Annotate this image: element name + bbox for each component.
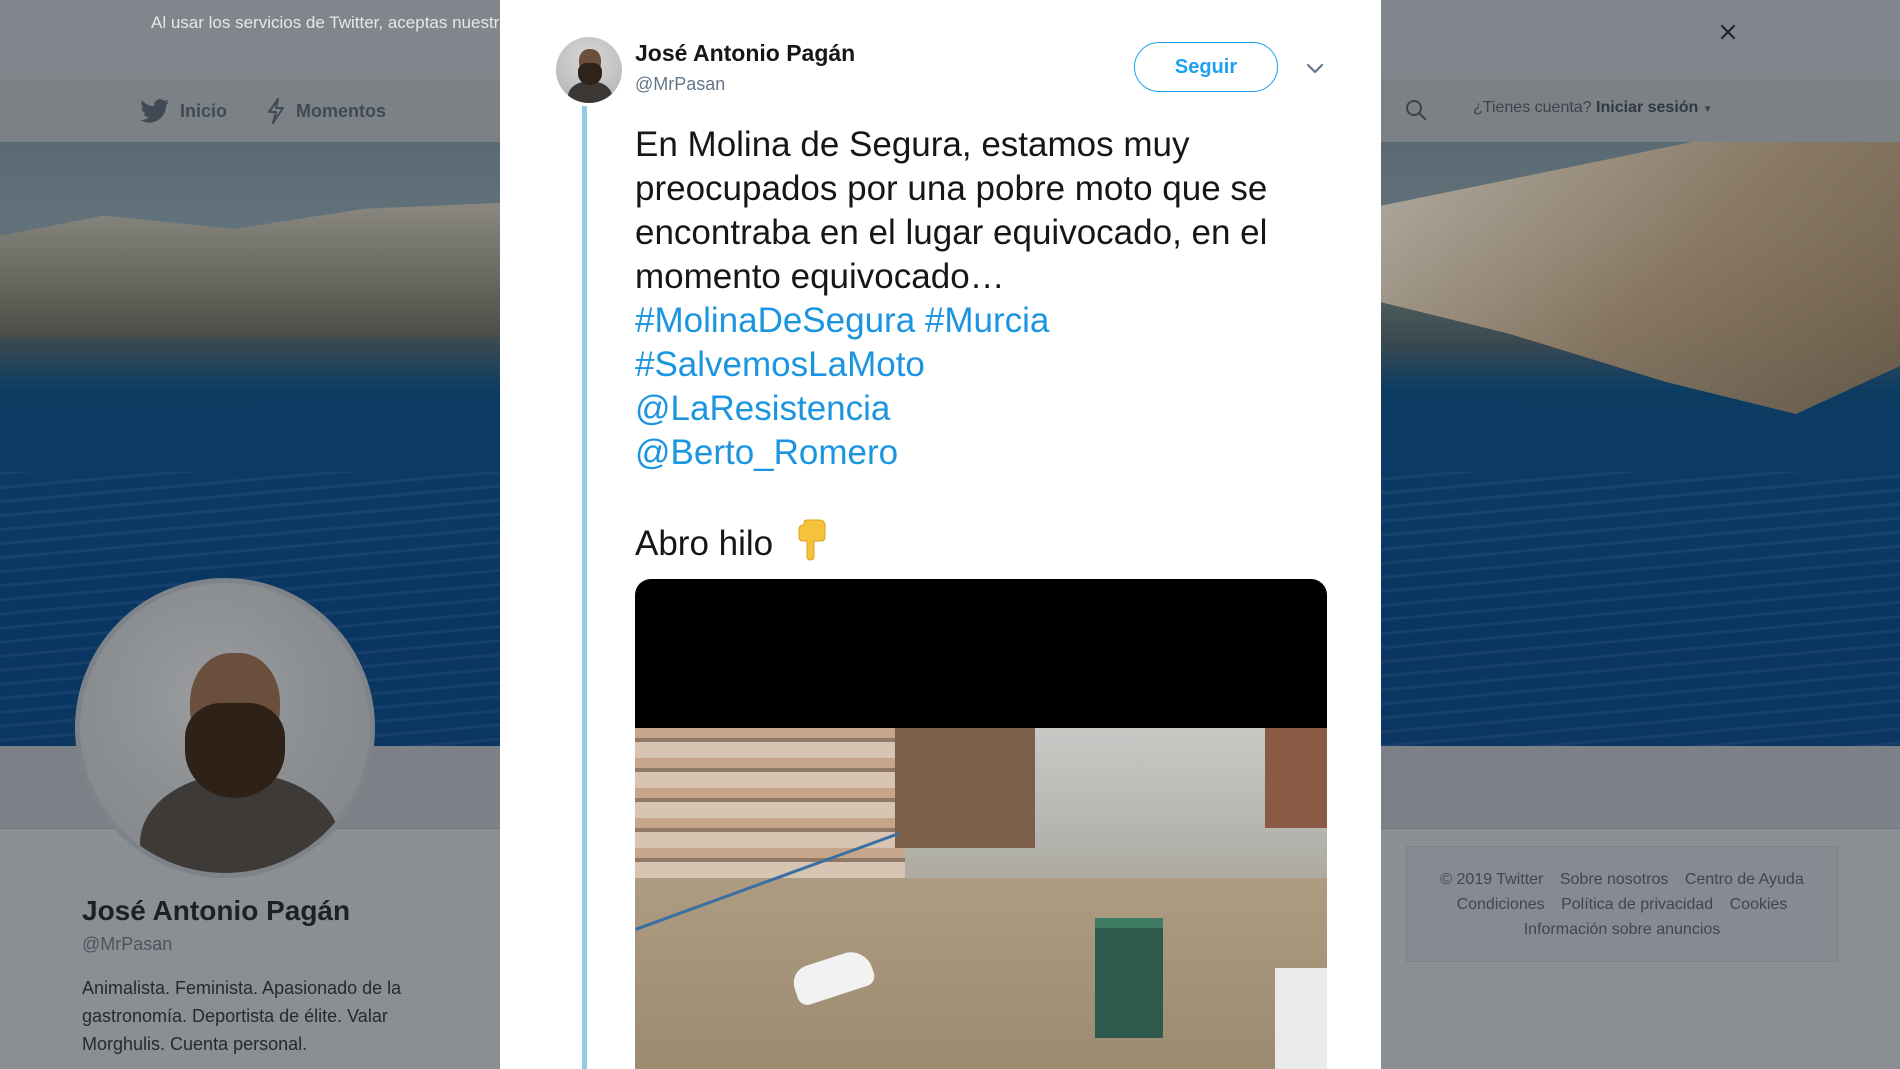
tweet-text: En Molina de Segura, estamos muy preocup… — [635, 123, 1345, 566]
tweet-main-text: En Molina de Segura, estamos muy preocup… — [635, 125, 1268, 296]
chevron-down-icon[interactable] — [1305, 61, 1325, 75]
video-frame — [635, 728, 1327, 1069]
footer-link-about[interactable]: Sobre nosotros — [1560, 871, 1669, 888]
hashtag-link[interactable]: #MolinaDeSegura — [635, 301, 915, 340]
tweet-author-avatar[interactable] — [556, 37, 622, 103]
mention-link[interactable]: @Berto_Romero — [635, 431, 1345, 475]
thread-line — [582, 106, 587, 1069]
banner-cliff — [0, 202, 520, 337]
tweet-closing-text: Abro hilo — [635, 524, 774, 563]
profile-handle[interactable]: @MrPasan — [82, 934, 172, 955]
tweet-author-handle[interactable]: @MrPasan — [635, 74, 725, 95]
search-icon[interactable] — [1404, 98, 1428, 122]
banner-town — [1380, 142, 1900, 414]
close-icon[interactable] — [1716, 20, 1740, 44]
footer-link-help[interactable]: Centro de Ayuda — [1685, 871, 1804, 888]
footer-link-ads-info[interactable]: Información sobre anuncios — [1524, 921, 1721, 938]
nav-moments-label: Momentos — [296, 100, 386, 121]
video-balcony — [1275, 968, 1327, 1069]
profile-bio: Animalista. Feminista. Apasionado de la … — [82, 978, 402, 1054]
tweet-video[interactable] — [635, 579, 1327, 1069]
pointing-down-emoji — [798, 519, 826, 561]
caret-down-icon[interactable]: ▼ — [1703, 104, 1713, 115]
tweet-author-name[interactable]: José Antonio Pagán — [635, 40, 855, 67]
footer-links: © 2019 Twitter Sobre nosotros Centro de … — [1406, 846, 1838, 962]
video-building-mid — [895, 728, 1035, 848]
hashtag-link[interactable]: #SalvemosLa — [635, 345, 847, 384]
video-building-right — [1265, 728, 1327, 828]
login-area: ¿Tienes cuenta? Iniciar sesión ▼ — [1473, 99, 1713, 117]
login-link[interactable]: Iniciar sesión — [1596, 99, 1698, 116]
have-account-text: ¿Tienes cuenta? — [1473, 99, 1592, 116]
nav-moments[interactable]: Momentos — [266, 98, 386, 124]
follow-button[interactable]: Seguir — [1134, 42, 1278, 92]
footer-link-terms[interactable]: Condiciones — [1457, 896, 1545, 913]
avatar — [75, 578, 375, 878]
hashtag-link[interactable]: #Murcia — [925, 301, 1049, 340]
footer-link-privacy[interactable]: Política de privacidad — [1561, 896, 1713, 913]
video-kiosk — [1095, 918, 1163, 1038]
footer-copyright: © 2019 Twitter — [1440, 871, 1544, 888]
nav-home[interactable]: Inicio — [140, 98, 227, 124]
hashtag-link-continued[interactable]: Moto — [847, 345, 925, 384]
footer-link-cookies[interactable]: Cookies — [1730, 896, 1788, 913]
profile-name[interactable]: José Antonio Pagán — [82, 895, 350, 927]
lightning-icon — [268, 98, 284, 124]
twitter-bird-icon — [140, 99, 169, 123]
mention-link[interactable]: @LaResistencia — [635, 387, 1345, 431]
tweet-modal: José Antonio Pagán @MrPasan Seguir En Mo… — [500, 0, 1381, 1069]
nav-home-label: Inicio — [180, 100, 228, 121]
